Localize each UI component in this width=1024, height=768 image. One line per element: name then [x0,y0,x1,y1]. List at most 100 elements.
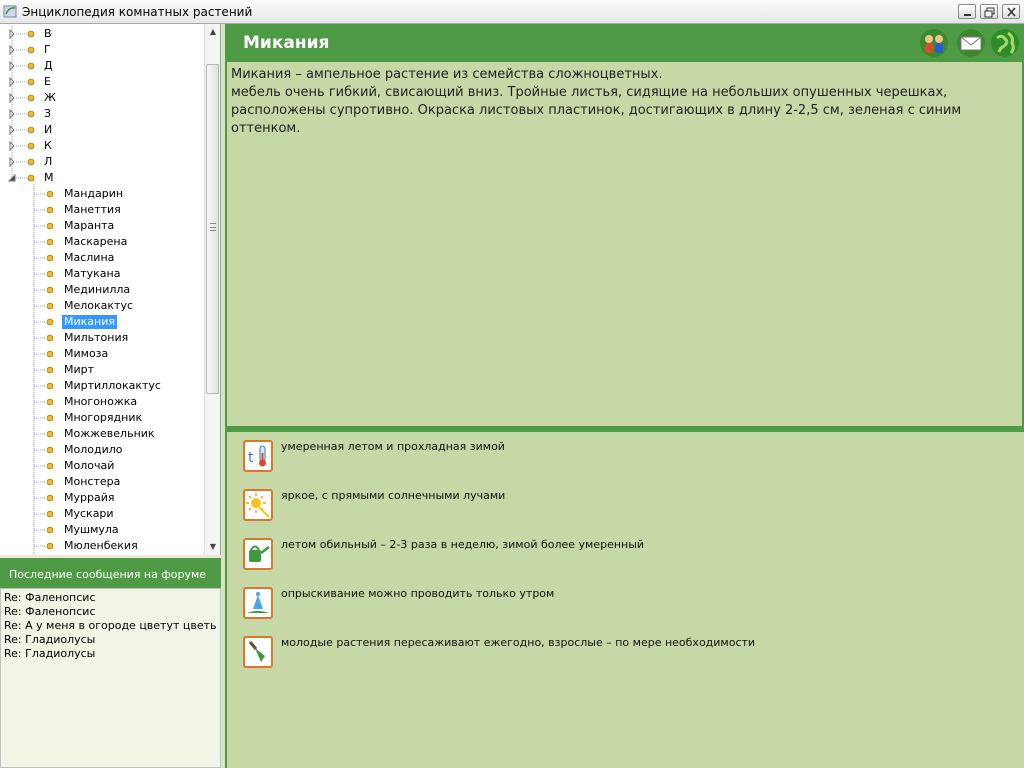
tree-node-label: Мюленбекия [64,539,138,552]
tree-letter-node[interactable]: М [0,170,200,186]
tree-node-label: Многоножка [64,395,138,408]
tree-node-label: Можжевельник [64,427,155,440]
forum-message-link[interactable]: Re: Гладиолусы [4,647,216,661]
tree-node-label: Манеттия [64,203,121,216]
forum-message-link[interactable]: Re: Гладиолусы [4,633,216,647]
tree-letter-node[interactable]: Л [0,154,200,170]
tree-node-label: В [44,27,52,40]
care-text: умеренная летом и прохладная зимой [281,440,505,453]
tree-node-label: Молочай [64,459,115,472]
tree-node-label: М [44,171,54,184]
tree-plant-node[interactable]: Мелокактус [0,298,200,314]
tree-node-label: Микания [62,315,117,329]
close-button[interactable] [1002,4,1020,19]
spray-icon [243,587,273,619]
plant-header: Микания [225,24,1024,62]
grip-icon [210,223,216,231]
tree-plant-node[interactable]: Мандарин [0,186,200,202]
tree-node-label: Мускари [64,507,114,520]
tree-node-label: Маслина [64,251,115,264]
description-line: оттенком. [231,121,301,136]
trowel-icon [243,636,273,668]
tree-plant-node[interactable]: Молодило [0,442,200,458]
tree-letter-node[interactable]: Е [0,74,200,90]
plant-title: Микания [243,33,330,53]
care-text: яркое, с прямыми солнечными лучами [281,489,506,502]
tree-node-label: Мирт [64,363,95,376]
tree-letter-node[interactable]: З [0,106,200,122]
close-icon [1007,7,1016,17]
tree-node-label: Молодило [64,443,123,456]
tree-plant-node[interactable]: Мюленбекия [0,538,200,554]
minimize-button[interactable] [958,4,976,19]
forum-message-link[interactable]: Re: Фаленопсис [4,591,216,605]
sun-icon [243,489,273,521]
tree-plant-node[interactable]: Мимоза [0,346,200,362]
forum-message-link[interactable]: Re: Фаленопсис [4,605,216,619]
forum-message-link[interactable]: Re: А у меня в огороде цветут цветы... [4,619,216,633]
tree-plant-node[interactable]: Матукана [0,266,200,282]
tree-letter-node[interactable]: Д [0,58,200,74]
tree-node-label: Маскарена [64,235,128,248]
people-icon[interactable] [919,28,949,58]
description-text: Микания – ампельное растение из семейств… [231,66,1011,138]
tree-plant-node[interactable]: Молочай [0,458,200,474]
globe-icon[interactable] [990,28,1020,58]
tree-plant-node[interactable]: Мирт [0,362,200,378]
scroll-up-button[interactable]: ▲ [205,24,221,40]
tree-node-label: Монстера [64,475,121,488]
tree-node-label: Многорядник [64,411,143,424]
tree-plant-node[interactable]: Мускари [0,506,200,522]
tree-plant-node[interactable]: Муррайя [0,490,200,506]
tree-plant-node[interactable]: Манеттия [0,202,200,218]
tree-letter-node[interactable]: Ж [0,90,200,106]
app-icon [3,5,17,18]
tree-node-label: Матукана [64,267,121,280]
care-text: летом обильный – 2-3 раза в неделю, зимо… [281,538,645,551]
tree-plant-node[interactable]: Мильтония [0,330,200,346]
tree-node-label: Д [44,59,53,72]
restore-icon [984,7,995,18]
scroll-down-button[interactable]: ▼ [205,539,221,555]
tree-plant-node[interactable]: Мушмула [0,522,200,538]
restore-button[interactable] [980,4,998,19]
tree-plant-node[interactable]: Многорядник [0,410,200,426]
tree-node-label: Мединилла [64,283,131,296]
watering-can-icon [243,538,273,570]
tree-plant-node[interactable]: Микания [0,314,200,330]
tree-letter-node[interactable]: К [0,138,200,154]
tree-node-label: И [44,123,53,136]
forum-list: Re: Фаленопсис Re: Фаленопсис Re: А у ме… [0,588,221,768]
description-line: Микания – ампельное растение из семейств… [231,67,663,82]
tree-node-label: Л [44,155,53,168]
tree-node-label: Мушмула [64,523,119,536]
tree-node-label: Маранта [64,219,115,232]
tree-scrollbar[interactable]: ▲ ▼ [204,24,220,555]
tree-plant-node[interactable]: Миртиллокактус [0,378,200,394]
title-bar: Энциклопедия комнатных растений [0,0,1024,24]
tree-plant-node[interactable]: Мединилла [0,282,200,298]
tree-letter-node[interactable]: В [0,26,200,42]
description-line: мебель очень гибкий, свисающий вниз. Тро… [231,85,948,100]
forum-header: Последние сообщения на форуме [0,558,221,588]
thermometer-icon: t [243,440,273,472]
tree-plant-node[interactable]: Монстера [0,474,200,490]
tree-plant-node[interactable]: Многоножка [0,394,200,410]
window-title: Энциклопедия комнатных растений [22,5,253,19]
tree-letter-node[interactable]: И [0,122,200,138]
plant-tree[interactable]: В Г Д Е Ж З И К Л М Мандарин Манеттия Маранта Маскаре… [0,24,221,555]
tree-node-label: Мандарин [64,187,124,200]
mail-icon[interactable] [956,28,986,58]
tree-plant-node[interactable]: Маслина [0,250,200,266]
description-line: расположены супротивно. Окраска листовых… [231,103,962,118]
tree-node-label: Г [44,43,51,56]
tree-plant-node[interactable]: Маскарена [0,234,200,250]
tree-plant-node[interactable]: Маранта [0,218,200,234]
tree-node-label: К [44,139,52,152]
tree-letter-node[interactable]: Г [0,42,200,58]
svg-text:t: t [248,450,254,466]
tree-node-label: Е [44,75,51,88]
tree-plant-node[interactable]: Можжевельник [0,426,200,442]
tree-node-label: Мильтония [64,331,129,344]
scroll-thumb[interactable] [206,64,219,394]
